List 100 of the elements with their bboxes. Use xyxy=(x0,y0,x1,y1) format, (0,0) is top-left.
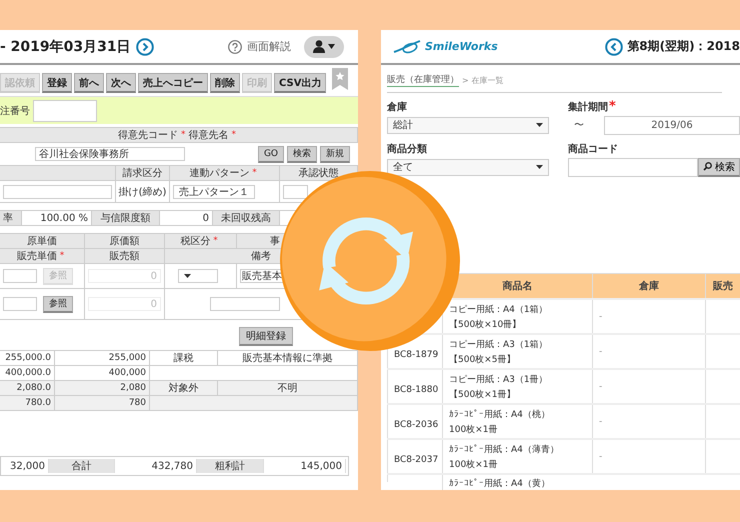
column-header: 承認状態 xyxy=(298,166,338,180)
input-field[interactable] xyxy=(283,184,308,198)
table-cell-text: コピー用紙：A3（1冊） xyxy=(449,374,548,386)
search-button[interactable]: 検索 xyxy=(698,158,740,176)
table-cell-text: 100枚×1冊 xyxy=(449,424,498,436)
field-label: 合計 xyxy=(49,459,115,473)
column-header: 原単価 xyxy=(27,235,57,248)
table-cell: BC8-1880 xyxy=(394,385,438,395)
field-label: 商品分類 xyxy=(387,142,427,156)
help-icon xyxy=(228,40,242,54)
breadcrumb-current: 在庫一覧 xyxy=(472,74,504,86)
column-header: 備考 xyxy=(251,250,271,263)
table-cell-text: 100枚×1冊 xyxy=(449,458,498,470)
column-header: 倉庫 xyxy=(592,274,705,298)
swoosh-logo-icon xyxy=(393,38,421,54)
toolbar-button[interactable]: CSV出力 xyxy=(274,73,326,93)
field-label: 与信限度額 xyxy=(92,211,160,225)
column-header: 得意先名 xyxy=(188,128,228,142)
table-cell-text: ｶﾗｰｺﾋﾟｰ用紙：A4（黄） xyxy=(449,478,550,490)
table-cell: 780 xyxy=(55,396,150,410)
column-header: 税区分 xyxy=(180,234,210,248)
lookup-button[interactable]: 参照 xyxy=(43,296,73,312)
action-button[interactable]: GO xyxy=(258,146,284,162)
input-field[interactable] xyxy=(33,100,97,122)
caret-icon xyxy=(536,123,543,127)
table-cell: 不明 xyxy=(218,381,358,395)
column-header: 販売単価 xyxy=(16,250,57,263)
required-mark: * xyxy=(60,251,64,261)
toolbar-button[interactable]: 登録 xyxy=(42,73,72,93)
table-cell: - xyxy=(599,452,602,462)
period-heading: 第8期(翌期)：2018 xyxy=(627,38,740,55)
caret-icon xyxy=(184,274,191,278)
table-cell: 145,000 xyxy=(264,459,346,473)
table-cell-text: コピー用紙：A3（1箱） xyxy=(449,338,548,350)
required-mark: * xyxy=(232,130,236,140)
input-field[interactable] xyxy=(568,158,698,176)
person-icon xyxy=(313,40,325,53)
table-cell: 400,000.0 xyxy=(0,366,55,380)
dropdown[interactable] xyxy=(178,269,218,283)
caret-icon xyxy=(328,44,335,49)
table-cell: 掛け(締め) xyxy=(116,181,170,202)
caret-icon xyxy=(536,165,543,169)
table-cell: 255,000 xyxy=(55,351,150,365)
breadcrumb-separator: > xyxy=(462,76,469,84)
toolbar-button[interactable]: 売上へコピー xyxy=(138,73,208,93)
brand-name: SmileWorks xyxy=(425,40,498,53)
field-label: 注番号 xyxy=(0,104,31,118)
table-cell: 課税 xyxy=(150,351,218,365)
required-mark: * xyxy=(213,236,218,246)
breadcrumb-link[interactable]: 販売（在庫管理） xyxy=(387,73,459,87)
field-label: 集計期間 xyxy=(568,100,608,114)
table-cell: - xyxy=(599,312,602,322)
dropdown[interactable]: 全て xyxy=(387,158,549,176)
table-cell: 2,080 xyxy=(55,381,150,395)
input-field[interactable] xyxy=(210,297,280,311)
table-cell: 販売基本情報に準拠 xyxy=(218,351,358,365)
user-menu-button[interactable] xyxy=(304,36,344,58)
register-button[interactable]: 明細登録 xyxy=(239,327,293,346)
table-cell: 対象外 xyxy=(150,381,218,395)
action-button[interactable]: 検索 xyxy=(287,146,317,162)
column-header: 販売額 xyxy=(110,250,140,263)
date-heading: - 2019年03月31日 xyxy=(0,38,131,56)
dropdown[interactable]: 総計 xyxy=(387,116,549,134)
search-icon xyxy=(703,162,712,171)
input-field[interactable]: 2019/06 xyxy=(604,116,740,134)
required-mark: * xyxy=(252,168,257,178)
range-separator: 〜 xyxy=(573,119,585,132)
table-cell: BC8-2036 xyxy=(394,420,438,430)
input-field[interactable] xyxy=(3,184,112,198)
toolbar-button[interactable]: 削除 xyxy=(210,73,240,93)
field-label: 倉庫 xyxy=(387,100,407,114)
input-field[interactable] xyxy=(3,297,37,311)
action-button[interactable]: 新規 xyxy=(320,146,350,162)
toolbar-button[interactable]: 前へ xyxy=(74,73,104,93)
table-cell-text: 【500枚×1冊】 xyxy=(449,388,516,400)
field-label: 粗利計 xyxy=(197,459,264,473)
table-cell: - xyxy=(599,382,602,392)
table-cell: - xyxy=(599,346,602,356)
table-cell: BC8-2037 xyxy=(394,455,438,465)
column-header: 事 xyxy=(270,234,280,248)
table-cell: BC8-1879 xyxy=(394,350,438,360)
required-mark: * xyxy=(609,102,616,112)
column-header: 原価額 xyxy=(110,234,140,248)
help-link[interactable]: 画面解説 xyxy=(247,39,291,54)
toolbar-button[interactable]: 次へ xyxy=(106,73,136,93)
table-cell-text: コピー用紙：A4（1箱） xyxy=(449,304,548,316)
bookmark-star-icon xyxy=(332,68,348,90)
input-field[interactable]: 谷川社会保険事務所 xyxy=(35,147,185,161)
column-header: 得意先コード xyxy=(118,128,178,142)
table-cell-text: 【500枚×5冊】 xyxy=(449,354,516,366)
input-field[interactable] xyxy=(3,269,37,283)
dropdown[interactable]: 売上パターン１ xyxy=(173,184,255,198)
table-cell: - xyxy=(599,416,602,426)
field-label: 率 xyxy=(0,211,22,225)
table-cell: 780.0 xyxy=(0,396,55,410)
table-cell: 2,080.0 xyxy=(0,381,55,395)
table-cell-text: 【500枚×10冊】 xyxy=(449,318,522,330)
column-header: 連動パターン xyxy=(189,166,250,180)
table-cell: 255,000.0 xyxy=(0,351,55,365)
required-mark: * xyxy=(181,130,186,140)
